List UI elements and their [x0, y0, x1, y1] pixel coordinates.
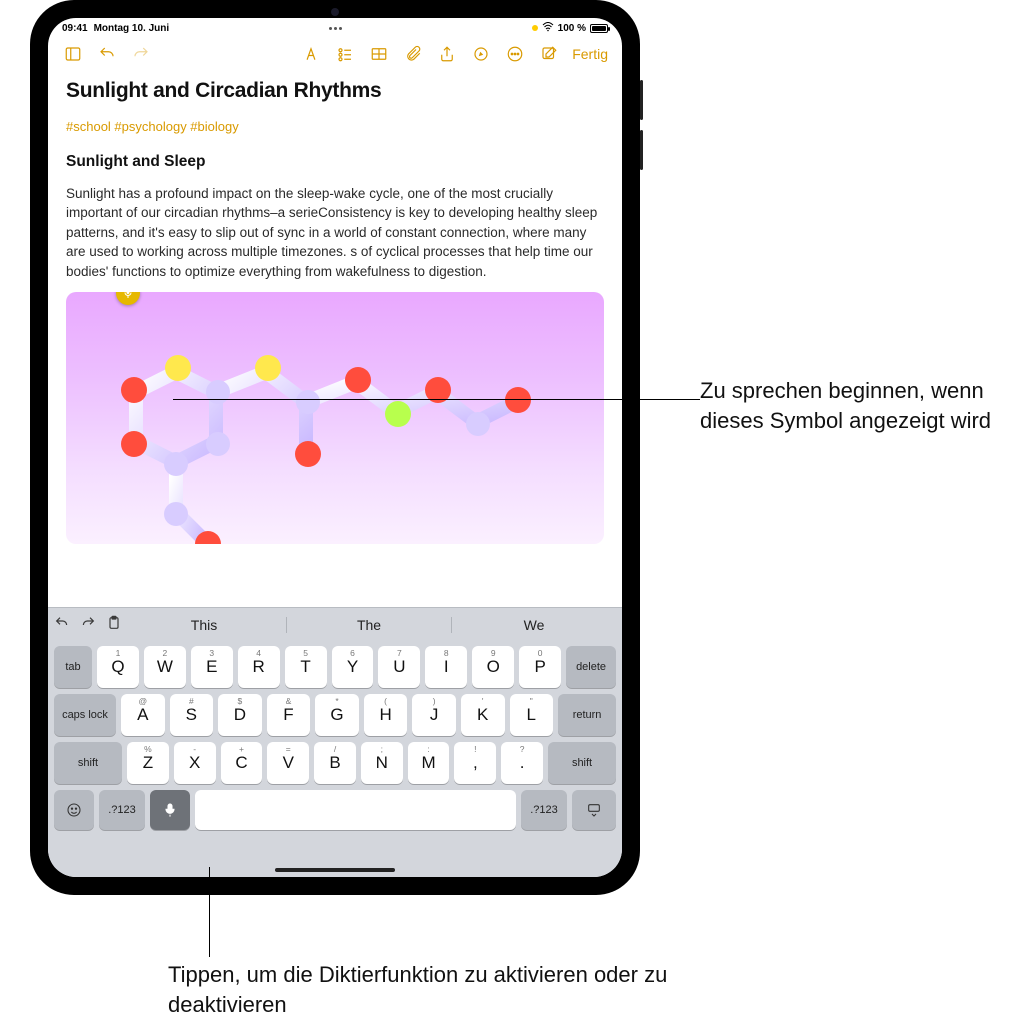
volume-up-button[interactable] [640, 80, 643, 120]
keyboard-toolbar: This The We [48, 608, 622, 642]
attachment-icon[interactable] [398, 40, 428, 68]
key-p[interactable]: 0P [519, 646, 561, 688]
keyboard-row-4: .?123 .?123 [54, 790, 616, 830]
battery-percent: 100 % [558, 23, 586, 34]
key-dictation[interactable] [150, 790, 190, 830]
key-x[interactable]: -X [174, 742, 216, 784]
battery-icon [590, 24, 608, 33]
done-button[interactable]: Fertig [568, 46, 612, 62]
key-y[interactable]: 6Y [332, 646, 374, 688]
sidebar-toggle-icon[interactable] [58, 40, 88, 68]
key-capslock[interactable]: caps lock [54, 694, 116, 736]
key-b[interactable]: /B [314, 742, 356, 784]
wifi-icon [542, 22, 554, 35]
format-text-icon[interactable] [296, 40, 326, 68]
key-return[interactable]: return [558, 694, 616, 736]
key-m[interactable]: :M [408, 742, 450, 784]
callout-line-2 [209, 867, 210, 957]
keyboard: This The We tab 1Q 2W 3E 4R 5T 6Y 7U 8I … [48, 607, 622, 877]
key-s[interactable]: #S [170, 694, 214, 736]
key-c[interactable]: +C [221, 742, 263, 784]
multitask-dots[interactable] [328, 27, 342, 30]
share-icon[interactable] [432, 40, 462, 68]
markup-icon[interactable] [466, 40, 496, 68]
key-n[interactable]: ;N [361, 742, 403, 784]
notes-toolbar: Fertig [48, 38, 622, 70]
keyboard-row-1: tab 1Q 2W 3E 4R 5T 6Y 7U 8I 9O 0P delete [54, 646, 616, 688]
key-a[interactable]: @A [121, 694, 165, 736]
key-period[interactable]: ?. [501, 742, 543, 784]
key-numsym-left[interactable]: .?123 [99, 790, 145, 830]
key-emoji[interactable] [54, 790, 94, 830]
suggestion-1[interactable]: This [122, 617, 286, 633]
note-tags[interactable]: #school #psychology #biology [66, 118, 604, 137]
callout-line-1 [173, 399, 700, 400]
more-icon[interactable] [500, 40, 530, 68]
key-r[interactable]: 4R [238, 646, 280, 688]
keyboard-row-2: caps lock @A #S $D &F *G (H )J 'K "L ret… [54, 694, 616, 736]
key-g[interactable]: *G [315, 694, 359, 736]
screen: 09:41 Montag 10. Juni 100 % [48, 18, 622, 877]
note-image[interactable] [66, 292, 604, 544]
key-space[interactable] [195, 790, 516, 830]
key-e[interactable]: 3E [191, 646, 233, 688]
ipad-frame: 09:41 Montag 10. Juni 100 % [30, 0, 640, 895]
checklist-icon[interactable] [330, 40, 360, 68]
key-w[interactable]: 2W [144, 646, 186, 688]
key-shift-right[interactable]: shift [548, 742, 616, 784]
mic-indicator-dot [532, 25, 538, 31]
key-v[interactable]: =V [267, 742, 309, 784]
kbd-undo-icon[interactable] [54, 615, 70, 636]
key-t[interactable]: 5T [285, 646, 327, 688]
key-comma[interactable]: !, [454, 742, 496, 784]
key-shift-left[interactable]: shift [54, 742, 122, 784]
key-dismiss-keyboard[interactable] [572, 790, 616, 830]
key-numsym-right[interactable]: .?123 [521, 790, 567, 830]
key-k[interactable]: 'K [461, 694, 505, 736]
kbd-clipboard-icon[interactable] [106, 615, 122, 636]
key-u[interactable]: 7U [378, 646, 420, 688]
keyboard-suggestions: This The We [122, 617, 616, 633]
undo-icon[interactable] [92, 40, 122, 68]
callout-dictation-key: Tippen, um die Diktierfunktion zu aktivi… [168, 960, 668, 1019]
kbd-redo-icon[interactable] [80, 615, 96, 636]
key-q[interactable]: 1Q [97, 646, 139, 688]
molecule-illustration [66, 302, 566, 544]
suggestion-2[interactable]: The [286, 617, 451, 633]
note-heading: Sunlight and Sleep [66, 151, 604, 173]
status-bar: 09:41 Montag 10. Juni 100 % [48, 18, 622, 38]
table-icon[interactable] [364, 40, 394, 68]
compose-icon[interactable] [534, 40, 564, 68]
note-content-area[interactable]: Sunlight and Circadian Rhythms #school #… [48, 70, 622, 607]
suggestion-3[interactable]: We [451, 617, 616, 633]
status-date: Montag 10. Juni [94, 23, 170, 34]
key-o[interactable]: 9O [472, 646, 514, 688]
key-f[interactable]: &F [267, 694, 311, 736]
key-z[interactable]: %Z [127, 742, 169, 784]
key-d[interactable]: $D [218, 694, 262, 736]
key-delete[interactable]: delete [566, 646, 616, 688]
key-i[interactable]: 8I [425, 646, 467, 688]
key-h[interactable]: (H [364, 694, 408, 736]
key-tab[interactable]: tab [54, 646, 92, 688]
key-l[interactable]: "L [510, 694, 554, 736]
volume-down-button[interactable] [640, 130, 643, 170]
home-indicator[interactable] [275, 868, 395, 872]
keyboard-row-3: shift %Z -X +C =V /B ;N :M !, ?. shift [54, 742, 616, 784]
redo-icon[interactable] [126, 40, 156, 68]
front-camera [331, 8, 339, 16]
note-title: Sunlight and Circadian Rhythms [66, 76, 604, 106]
callout-dictation-indicator: Zu sprechen beginnen, wenn dieses Symbol… [700, 376, 1000, 435]
key-j[interactable]: )J [412, 694, 456, 736]
status-time: 09:41 [62, 23, 88, 34]
note-paragraph: Sunlight has a profound impact on the sl… [66, 184, 604, 282]
